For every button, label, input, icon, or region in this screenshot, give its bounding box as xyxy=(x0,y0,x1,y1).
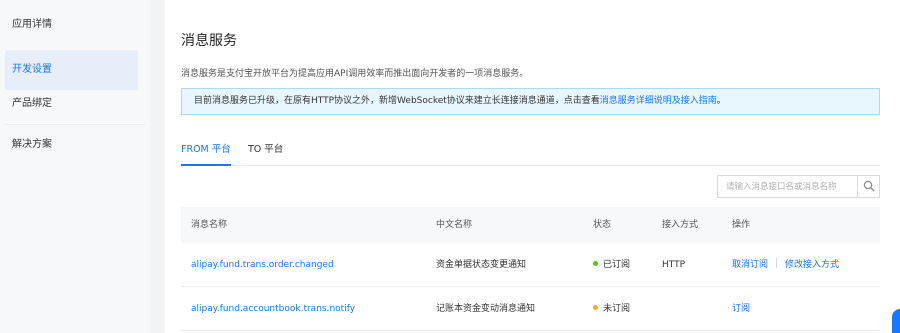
row-actions: 订阅 xyxy=(732,287,750,331)
action-divider xyxy=(776,258,778,268)
status-badge: 未订阅 xyxy=(593,287,630,331)
column-header-name: 消息名称 xyxy=(191,220,228,230)
notice-end: 。 xyxy=(716,96,726,106)
notice-guide-link[interactable]: 消息服务详细说明及接入指南 xyxy=(600,96,717,106)
sidebar-item-solutions[interactable]: 解决方案 xyxy=(0,125,150,165)
column-header-status: 状态 xyxy=(593,220,612,230)
table-row: alipay.fund.accountbook.trans.notify 记账本… xyxy=(181,287,880,331)
search-input[interactable] xyxy=(718,176,858,197)
search-button[interactable] xyxy=(857,176,879,197)
message-table: 消息名称 中文名称 状态 接入方式 操作 alipay.fund.trans.o… xyxy=(181,207,880,331)
help-widget[interactable] xyxy=(892,309,900,333)
status-dot xyxy=(593,305,598,310)
sidebar-item-app-details[interactable]: 应用详情 xyxy=(0,5,150,45)
status-text: 已订阅 xyxy=(603,260,631,270)
sidebar-item-label: 开发设置 xyxy=(12,64,52,75)
sidebar-item-label: 产品绑定 xyxy=(12,98,52,109)
upgrade-notice: 目前消息服务已升级，在原有HTTP协议之外，新增WebSocket协议来建立长连… xyxy=(181,88,880,115)
sidebar-item-label: 解决方案 xyxy=(12,139,52,150)
message-name-link[interactable]: alipay.fund.accountbook.trans.notify xyxy=(191,287,355,331)
tab-bar: FROM 平台 TO 平台 xyxy=(181,140,880,166)
page-title: 消息服务 xyxy=(181,33,237,49)
column-header-cn-name: 中文名称 xyxy=(436,220,473,230)
sidebar: 应用详情 开发设置 产品绑定 解决方案 xyxy=(0,0,150,333)
sidebar-item-label: 应用详情 xyxy=(12,19,52,30)
search-box xyxy=(717,175,880,198)
message-name-link[interactable]: alipay.fund.trans.order.changed xyxy=(191,243,334,287)
row-actions: 取消订阅 修改接入方式 xyxy=(732,243,839,287)
main-panel: 消息服务 消息服务是支付宝开放平台为提高应用API调用效率而推出面向开发者的一项… xyxy=(165,0,900,333)
modify-access-link[interactable]: 修改接入方式 xyxy=(785,260,839,270)
message-cn-name: 资金单据状态变更通知 xyxy=(436,260,527,270)
unsubscribe-link[interactable]: 取消订阅 xyxy=(732,260,768,270)
table-row: alipay.fund.trans.order.changed 资金单据状态变更… xyxy=(181,243,880,287)
status-badge: 已订阅 xyxy=(593,243,630,287)
notice-text: 目前消息服务已升级，在原有HTTP协议之外，新增WebSocket协议来建立长连… xyxy=(194,96,600,106)
column-header-actions: 操作 xyxy=(732,220,751,230)
subscribe-link[interactable]: 订阅 xyxy=(732,304,750,314)
message-cn-name: 记账本资金变动消息通知 xyxy=(436,304,536,314)
tab-to-platform[interactable]: TO 平台 xyxy=(248,140,283,166)
page-description: 消息服务是支付宝开放平台为提高应用API调用效率而推出面向开发者的一项消息服务。 xyxy=(181,69,529,79)
status-dot xyxy=(593,261,598,266)
table-header: 消息名称 中文名称 状态 接入方式 操作 xyxy=(181,207,880,243)
search-icon xyxy=(863,180,875,192)
column-header-access: 接入方式 xyxy=(662,220,699,230)
status-text: 未订阅 xyxy=(603,304,631,314)
access-method: HTTP xyxy=(662,260,686,270)
tab-from-platform[interactable]: FROM 平台 xyxy=(181,140,231,166)
sidebar-item-product-binding[interactable]: 产品绑定 xyxy=(0,84,150,124)
